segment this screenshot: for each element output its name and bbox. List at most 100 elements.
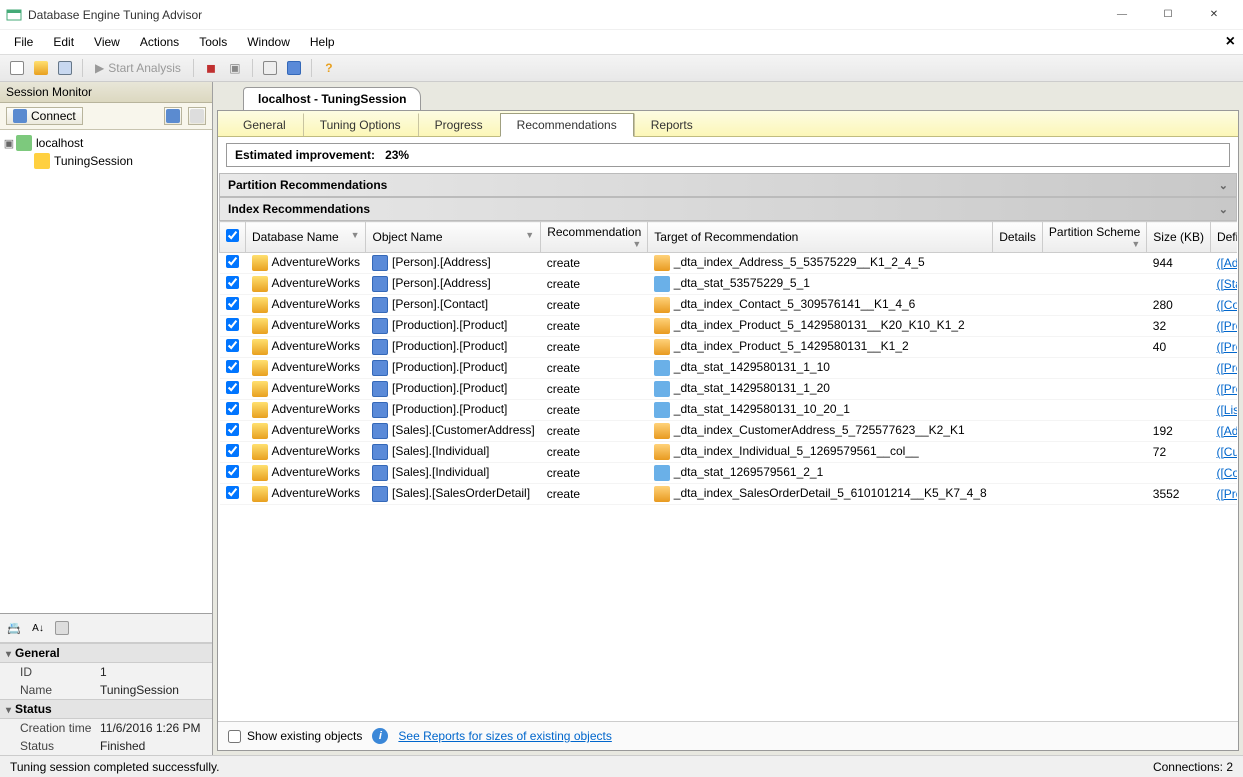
row-checkbox[interactable] [226, 444, 239, 457]
stop-button[interactable]: ◼ [200, 57, 222, 79]
disconnect-button[interactable] [164, 107, 182, 125]
database-icon [252, 318, 268, 334]
partition-section-header[interactable]: Partition Recommendations ⌄ [219, 173, 1237, 197]
table-row[interactable]: AdventureWorks[Person].[Address]create_d… [220, 253, 1238, 274]
row-checkbox[interactable] [226, 276, 239, 289]
definition-link[interactable]: ([ListPrice], [1216, 403, 1237, 417]
connect-button[interactable]: Connect [6, 107, 83, 125]
definition-link[interactable]: ([AddressID [1216, 256, 1237, 270]
definition-link[interactable]: ([Customer [1216, 445, 1237, 459]
menu-actions[interactable]: Actions [130, 32, 189, 52]
start-analysis-button[interactable]: ▶ Start Analysis [89, 61, 187, 75]
save-button[interactable] [54, 57, 76, 79]
dropdown-icon[interactable]: ▼ [632, 239, 641, 249]
menu-file[interactable]: File [4, 32, 43, 52]
maximize-button[interactable]: ☐ [1145, 1, 1191, 29]
definition-link[interactable]: ([ProductID [1216, 487, 1237, 501]
tab-general[interactable]: General [226, 113, 303, 136]
copy-button[interactable] [259, 57, 281, 79]
definition-link[interactable]: ([ProductMo [1216, 319, 1237, 333]
menu-window[interactable]: Window [237, 32, 300, 52]
cell-details [993, 421, 1043, 442]
cell-database: AdventureWorks [246, 337, 366, 358]
see-reports-link[interactable]: See Reports for sizes of existing object… [398, 729, 611, 743]
row-checkbox[interactable] [226, 318, 239, 331]
expander-icon[interactable]: ▣ [2, 137, 16, 150]
table-row[interactable]: AdventureWorks[Production].[Product]crea… [220, 337, 1238, 358]
table-row[interactable]: AdventureWorks[Sales].[SalesOrderDetail]… [220, 484, 1238, 505]
row-checkbox[interactable] [226, 360, 239, 373]
props-sort-button[interactable]: A↓ [28, 618, 48, 638]
cell-object: [Production].[Product] [366, 400, 541, 421]
menu-view[interactable]: View [84, 32, 130, 52]
index-section-header[interactable]: Index Recommendations ⌄ [219, 197, 1237, 221]
row-checkbox[interactable] [226, 381, 239, 394]
menu-edit[interactable]: Edit [43, 32, 84, 52]
row-checkbox[interactable] [226, 423, 239, 436]
row-checkbox[interactable] [226, 486, 239, 499]
menu-help[interactable]: Help [300, 32, 345, 52]
dropdown-icon[interactable]: ▼ [351, 230, 360, 240]
tab-recommendations[interactable]: Recommendations [500, 113, 634, 137]
help-button[interactable]: ? [318, 57, 340, 79]
row-checkbox[interactable] [226, 339, 239, 352]
definition-link[interactable]: ([ContactID [1216, 466, 1237, 480]
definition-link[interactable]: ([ContactID [1216, 298, 1237, 312]
props-group-status[interactable]: Status [0, 699, 212, 719]
recommendations-grid-wrap[interactable]: Database Name▼Object Name▼Recommendation… [219, 221, 1237, 721]
table-row[interactable]: AdventureWorks[Sales].[Individual]create… [220, 442, 1238, 463]
dropdown-icon[interactable]: ▼ [525, 230, 534, 240]
cell-details [993, 337, 1043, 358]
column-header[interactable]: Database Name▼ [246, 222, 366, 253]
table-row[interactable]: AdventureWorks[Production].[Product]crea… [220, 379, 1238, 400]
column-header[interactable]: Object Name▼ [366, 222, 541, 253]
column-header[interactable]: Size (KB) [1147, 222, 1211, 253]
show-existing-input[interactable] [228, 730, 241, 743]
row-checkbox[interactable] [226, 297, 239, 310]
show-existing-checkbox[interactable]: Show existing objects [228, 729, 362, 743]
dropdown-icon[interactable]: ▼ [1131, 239, 1140, 249]
column-header[interactable]: Recommendation▼ [541, 222, 648, 253]
props-pages-button[interactable] [52, 618, 72, 638]
minimize-button[interactable]: — [1099, 1, 1145, 29]
column-header[interactable]: Details [993, 222, 1043, 253]
cell-recommendation: create [541, 316, 648, 337]
definition-link[interactable]: ([ProductID [1216, 340, 1237, 354]
select-all-checkbox[interactable] [226, 229, 239, 242]
column-header[interactable]: Definition [1210, 222, 1237, 253]
table-row[interactable]: AdventureWorks[Person].[Address]create_d… [220, 274, 1238, 295]
definition-link[interactable]: ([ProductID [1216, 382, 1237, 396]
cell-target: _dta_index_Address_5_53575229__K1_2_4_5 [648, 253, 993, 274]
document-close-button[interactable]: × [1226, 33, 1235, 51]
pause-button[interactable]: ▣ [224, 57, 246, 79]
props-group-general[interactable]: General [0, 643, 212, 663]
tab-progress[interactable]: Progress [418, 113, 500, 136]
table-row[interactable]: AdventureWorks[Production].[Product]crea… [220, 358, 1238, 379]
props-categorized-button[interactable]: 📇 [4, 618, 24, 638]
tab-tuning-options[interactable]: Tuning Options [303, 113, 418, 136]
document-tab[interactable]: localhost - TuningSession [243, 87, 421, 110]
table-row[interactable]: AdventureWorks[Production].[Product]crea… [220, 316, 1238, 337]
tree-session-node[interactable]: TuningSession [2, 152, 210, 170]
row-checkbox[interactable] [226, 255, 239, 268]
table-row[interactable]: AdventureWorks[Production].[Product]crea… [220, 400, 1238, 421]
table-row[interactable]: AdventureWorks[Person].[Contact]create_d… [220, 295, 1238, 316]
column-header[interactable]: Target of Recommendation [648, 222, 993, 253]
tree-server-node[interactable]: ▣ localhost [2, 134, 210, 152]
definition-link[interactable]: ([ProductID [1216, 361, 1237, 375]
menu-tools[interactable]: Tools [189, 32, 237, 52]
definition-link[interactable]: ([AddressID [1216, 424, 1237, 438]
table-row[interactable]: AdventureWorks[Sales].[Individual]create… [220, 463, 1238, 484]
definition-link[interactable]: ([StateProvi [1216, 277, 1237, 291]
refresh-button[interactable] [188, 107, 206, 125]
row-checkbox[interactable] [226, 465, 239, 478]
close-button[interactable]: ✕ [1191, 1, 1237, 29]
table-row[interactable]: AdventureWorks[Sales].[CustomerAddress]c… [220, 421, 1238, 442]
open-button[interactable] [30, 57, 52, 79]
column-header[interactable] [220, 222, 246, 253]
tab-reports[interactable]: Reports [634, 113, 710, 136]
new-session-button[interactable] [6, 57, 28, 79]
column-header[interactable]: Partition Scheme▼ [1042, 222, 1146, 253]
script-button[interactable] [283, 57, 305, 79]
row-checkbox[interactable] [226, 402, 239, 415]
